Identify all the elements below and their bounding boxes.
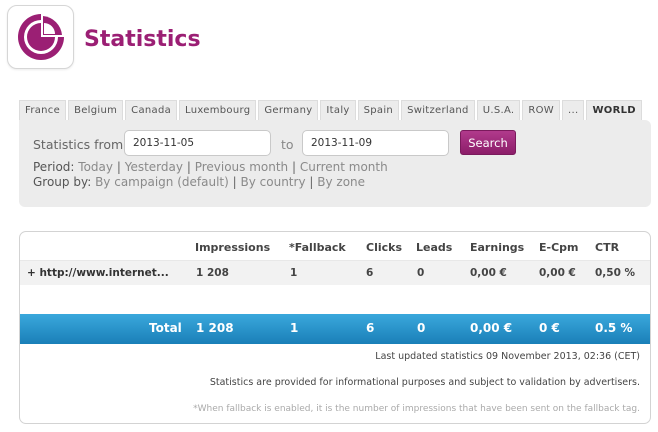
- period-link-yesterday[interactable]: Yesterday: [125, 160, 183, 174]
- total-ecpm: 0 €: [539, 321, 560, 335]
- separator: |: [309, 175, 314, 189]
- separator: |: [292, 160, 297, 174]
- tab-canada[interactable]: Canada: [125, 100, 178, 120]
- stats-table: Impressions *Fallback Clicks Leads Earni…: [19, 231, 651, 424]
- separator: |: [116, 160, 121, 174]
- cell-ctr: 0,50 %: [595, 267, 636, 279]
- total-leads: 0: [417, 321, 426, 335]
- tab-belgium[interactable]: Belgium: [68, 100, 124, 120]
- date-to-label: to: [281, 137, 294, 152]
- disclaimer-text: Statistics are provided for informationa…: [209, 377, 640, 388]
- tab-italy[interactable]: Italy: [320, 100, 356, 120]
- filter-panel: Statistics from to Search Period: Today …: [19, 120, 651, 207]
- cell-impressions: 1 208: [196, 267, 229, 279]
- cell-leads: 0: [417, 267, 425, 279]
- total-impressions: 1 208: [196, 321, 234, 335]
- group-link-campaign[interactable]: By campaign (default): [95, 175, 229, 189]
- total-fallback: 1: [290, 321, 299, 335]
- col-header-ctr[interactable]: CTR: [595, 241, 619, 254]
- period-link-previous-month[interactable]: Previous month: [195, 160, 288, 174]
- group-by-row: Group by: By campaign (default) | By cou…: [33, 175, 365, 189]
- period-link-current-month[interactable]: Current month: [300, 160, 388, 174]
- tab-usa[interactable]: U.S.A.: [476, 100, 521, 120]
- cell-clicks: 6: [366, 267, 374, 279]
- col-header-ecpm[interactable]: E-Cpm: [539, 241, 579, 254]
- col-header-fallback[interactable]: *Fallback: [289, 241, 346, 254]
- cell-earnings: 0,00 €: [470, 267, 507, 279]
- tab-germany[interactable]: Germany: [258, 100, 319, 120]
- fallback-footnote: *When fallback is enabled, it is the num…: [193, 404, 640, 414]
- col-header-leads[interactable]: Leads: [416, 241, 452, 254]
- total-row: Total 1 208 1 6 0 0,00 € 0 € 0.5 %: [20, 314, 650, 344]
- col-header-clicks[interactable]: Clicks: [366, 241, 402, 254]
- group-link-zone[interactable]: By zone: [317, 175, 365, 189]
- country-tabs: France Belgium Canada Luxembourg Germany…: [19, 100, 644, 120]
- cell-fallback: 1: [290, 267, 298, 279]
- tab-more[interactable]: ...: [562, 100, 585, 120]
- separator: |: [186, 160, 191, 174]
- tab-switzerland[interactable]: Switzerland: [401, 100, 475, 120]
- campaign-link[interactable]: + http://www.internet...: [27, 267, 169, 279]
- group-by-label: Group by:: [33, 175, 92, 189]
- date-to-input[interactable]: [302, 130, 449, 156]
- date-from-label: Statistics from: [33, 137, 124, 152]
- group-link-country[interactable]: By country: [241, 175, 306, 189]
- last-updated-text: Last updated statistics 09 November 2013…: [375, 351, 640, 362]
- cell-ecpm: 0,00 €: [539, 267, 576, 279]
- period-label: Period:: [33, 160, 75, 174]
- col-header-impressions[interactable]: Impressions: [195, 241, 270, 254]
- tab-spain[interactable]: Spain: [357, 100, 400, 120]
- total-ctr: 0.5 %: [595, 321, 633, 335]
- table-row: + http://www.internet... 1 208 1 6 0 0,0…: [20, 260, 650, 285]
- tab-france[interactable]: France: [19, 100, 67, 120]
- search-button[interactable]: Search: [460, 130, 516, 155]
- tab-world[interactable]: WORLD: [586, 100, 642, 120]
- separator: |: [232, 175, 237, 189]
- col-header-earnings[interactable]: Earnings: [470, 241, 524, 254]
- tab-luxembourg[interactable]: Luxembourg: [179, 100, 257, 120]
- total-clicks: 6: [366, 321, 375, 335]
- period-link-today[interactable]: Today: [78, 160, 113, 174]
- page-title: Statistics: [84, 27, 201, 52]
- period-row: Period: Today | Yesterday | Previous mon…: [33, 160, 388, 174]
- date-from-input[interactable]: [124, 130, 271, 156]
- app-logo: [7, 5, 74, 69]
- tab-row[interactable]: ROW: [522, 100, 560, 120]
- pie-chart-icon: [18, 14, 64, 60]
- total-earnings: 0,00 €: [470, 321, 513, 335]
- total-label: Total: [149, 321, 182, 335]
